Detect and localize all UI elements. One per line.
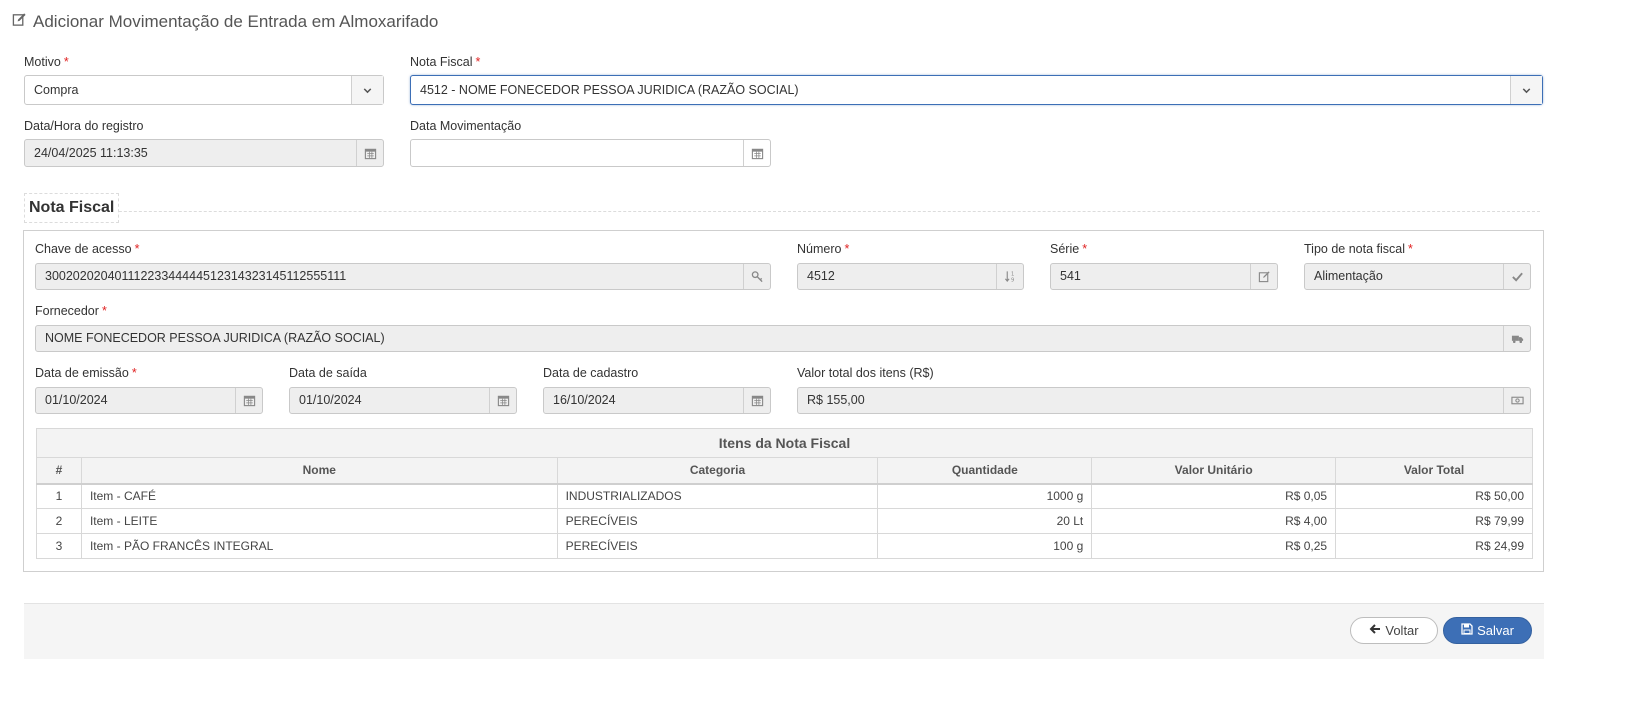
data-saida-value: 01/10/2024 — [299, 393, 362, 407]
serie-value: 541 — [1060, 269, 1081, 283]
form-actions-bar — [24, 603, 1544, 659]
table-row: 3 Item - PÃO FRANCÊS INTEGRAL PERECÍVEIS… — [36, 533, 1533, 559]
data-movimentacao-label: Data Movimentação — [410, 119, 522, 133]
back-button-label: Voltar — [1385, 623, 1419, 638]
page-title: Adicionar Movimentação de Entrada em Alm… — [12, 12, 438, 32]
data-hora-registro-value: 24/04/2025 11:13:35 — [34, 146, 148, 160]
row-nome: Item - PÃO FRANCÊS INTEGRAL — [80, 533, 558, 559]
tipo-nota-value: Alimentação — [1314, 269, 1383, 283]
row-index: 1 — [36, 483, 82, 509]
numero-value: 4512 — [807, 269, 835, 283]
row-valor-unitario: R$ 0,05 — [1091, 483, 1337, 509]
data-cadastro-field: 16/10/2024 — [543, 387, 771, 414]
valor-total-label: Valor total dos itens (R$) — [797, 366, 934, 380]
row-valor-total: R$ 50,00 — [1335, 483, 1533, 509]
items-table-caption: Itens da Nota Fiscal — [36, 428, 1533, 457]
data-cadastro-label: Data de cadastro — [543, 366, 639, 380]
chevron-down-icon[interactable] — [1510, 76, 1542, 104]
calendar-icon — [743, 388, 770, 413]
serie-label: Série * — [1050, 242, 1088, 256]
fornecedor-label: Fornecedor * — [35, 304, 107, 318]
row-nome: Item - LEITE — [80, 508, 558, 534]
nota-fiscal-value: 4512 - NOME FONECEDOR PESSOA JURIDICA (R… — [420, 83, 799, 97]
column-header-valor-total: Valor Total — [1335, 457, 1533, 485]
floppy-disk-icon — [1461, 623, 1473, 638]
calendar-icon — [235, 388, 262, 413]
svg-text:9: 9 — [1010, 278, 1013, 283]
save-button[interactable]: Salvar — [1443, 617, 1532, 644]
data-movimentacao-input[interactable] — [410, 139, 771, 167]
data-emissao-value: 01/10/2024 — [45, 393, 108, 407]
sort-numeric-icon: 19 — [996, 264, 1023, 289]
data-emissao-label: Data de emissão * — [35, 366, 137, 380]
page-title-text: Adicionar Movimentação de Entrada em Alm… — [33, 12, 439, 31]
save-button-label: Salvar — [1477, 623, 1514, 638]
row-quantidade: 1000 g — [877, 483, 1093, 509]
key-icon — [743, 264, 770, 289]
chave-acesso-label: Chave de acesso * — [35, 242, 140, 256]
items-table: Itens da Nota Fiscal # Nome Categoria Qu… — [36, 428, 1533, 559]
data-hora-registro-field: 24/04/2025 11:13:35 — [24, 139, 384, 167]
arrow-left-icon — [1369, 623, 1381, 638]
back-button[interactable]: Voltar — [1350, 617, 1438, 644]
check-icon — [1503, 264, 1530, 289]
column-header-quantidade: Quantidade — [877, 457, 1093, 485]
column-header-categoria: Categoria — [556, 457, 879, 485]
row-quantidade: 20 Lt — [877, 508, 1093, 534]
numero-field: 4512 19 — [797, 263, 1024, 290]
data-saida-label: Data de saída — [289, 366, 367, 380]
motivo-value: Compra — [34, 83, 79, 97]
motivo-label: Motivo * — [24, 55, 69, 69]
edit-icon — [12, 12, 27, 32]
tipo-nota-field: Alimentação — [1304, 263, 1531, 290]
column-header-index: # — [36, 457, 82, 485]
row-valor-unitario: R$ 4,00 — [1091, 508, 1337, 534]
column-header-nome: Nome — [80, 457, 558, 485]
tipo-nota-label: Tipo de nota fiscal * — [1304, 242, 1413, 256]
money-icon — [1503, 388, 1530, 413]
row-categoria: INDUSTRIALIZADOS — [556, 483, 879, 509]
data-hora-registro-label: Data/Hora do registro — [24, 119, 144, 133]
data-cadastro-value: 16/10/2024 — [553, 393, 616, 407]
section-title: Nota Fiscal — [24, 193, 120, 223]
numero-label: Número * — [797, 242, 850, 256]
column-header-valor-unitario: Valor Unitário — [1091, 457, 1337, 485]
truck-icon — [1503, 326, 1530, 351]
table-row: 2 Item - LEITE PERECÍVEIS 20 Lt R$ 4,00 … — [36, 508, 1533, 534]
chave-acesso-value: 3002020204011122334444451231432314511255… — [45, 269, 347, 283]
section-divider — [24, 211, 1540, 212]
data-movimentacao-value[interactable] — [411, 140, 743, 166]
row-categoria: PERECÍVEIS — [556, 508, 879, 534]
chave-acesso-field: 3002020204011122334444451231432314511255… — [35, 263, 771, 290]
row-index: 3 — [36, 533, 82, 559]
calendar-icon — [356, 140, 383, 166]
valor-total-field: R$ 155,00 — [797, 387, 1531, 414]
valor-total-value: R$ 155,00 — [807, 393, 865, 407]
row-valor-total: R$ 24,99 — [1335, 533, 1533, 559]
chevron-down-icon[interactable] — [351, 76, 383, 104]
row-quantidade: 100 g — [877, 533, 1093, 559]
nota-fiscal-select[interactable]: 4512 - NOME FONECEDOR PESSOA JURIDICA (R… — [410, 75, 1543, 105]
edit-icon — [1250, 264, 1277, 289]
data-saida-field: 01/10/2024 — [289, 387, 517, 414]
motivo-select[interactable]: Compra — [24, 75, 384, 105]
row-index: 2 — [36, 508, 82, 534]
fornecedor-value: NOME FONECEDOR PESSOA JURIDICA (RAZÃO SO… — [45, 331, 385, 345]
row-valor-total: R$ 79,99 — [1335, 508, 1533, 534]
nota-fiscal-label: Nota Fiscal * — [410, 55, 481, 69]
data-emissao-field: 01/10/2024 — [35, 387, 263, 414]
row-categoria: PERECÍVEIS — [556, 533, 879, 559]
fornecedor-field: NOME FONECEDOR PESSOA JURIDICA (RAZÃO SO… — [35, 325, 1531, 352]
calendar-icon — [489, 388, 516, 413]
serie-field: 541 — [1050, 263, 1278, 290]
svg-text:1: 1 — [1010, 272, 1013, 278]
table-row: 1 Item - CAFÉ INDUSTRIALIZADOS 1000 g R$… — [36, 483, 1533, 509]
items-table-header: # Nome Categoria Quantidade Valor Unitár… — [36, 457, 1533, 485]
row-nome: Item - CAFÉ — [80, 483, 558, 509]
row-valor-unitario: R$ 0,25 — [1091, 533, 1337, 559]
calendar-icon[interactable] — [743, 140, 770, 166]
